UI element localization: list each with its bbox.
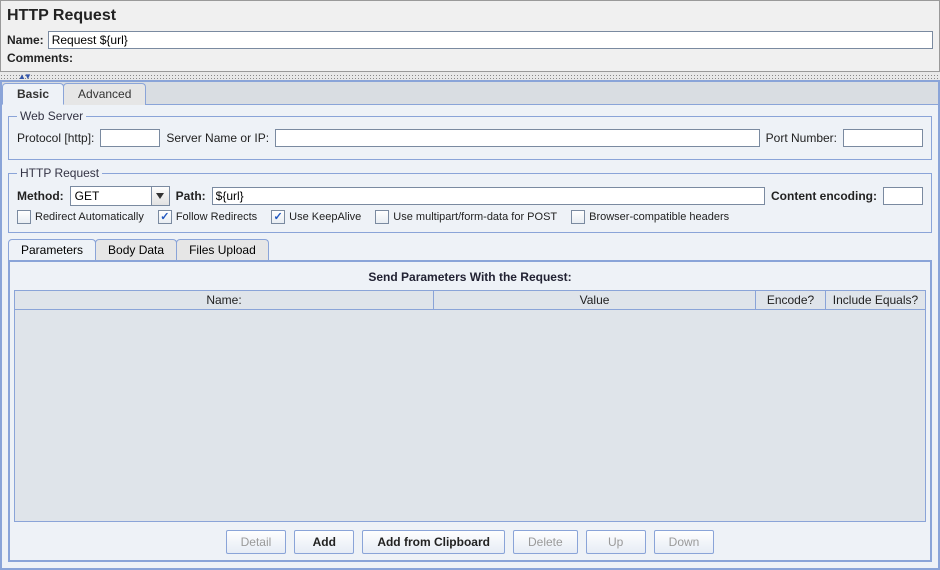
params-header-row: Name: Value Encode? Include Equals?	[15, 291, 926, 310]
server-name-label: Server Name or IP:	[166, 131, 269, 145]
redirect-auto-label: Redirect Automatically	[35, 211, 144, 223]
protocol-label: Protocol [http]:	[17, 131, 94, 145]
add-button[interactable]: Add	[294, 530, 354, 554]
tab-body-data[interactable]: Body Data	[95, 239, 177, 260]
http-request-panel: HTTP Request Name: Comments:	[0, 0, 940, 72]
name-label: Name:	[7, 33, 44, 47]
content-encoding-input[interactable]	[883, 187, 923, 205]
tab-advanced[interactable]: Advanced	[63, 83, 146, 105]
up-button[interactable]: Up	[586, 530, 646, 554]
tab-parameters[interactable]: Parameters	[8, 239, 96, 260]
web-server-legend: Web Server	[17, 109, 86, 123]
tab-files-upload[interactable]: Files Upload	[176, 239, 269, 260]
method-dropdown-button[interactable]	[151, 187, 169, 205]
follow-redirects-checkbox[interactable]: Follow Redirects	[158, 210, 257, 224]
keepalive-label: Use KeepAlive	[289, 211, 361, 223]
redirect-auto-checkbox[interactable]: Redirect Automatically	[17, 210, 144, 224]
config-panel: Basic Advanced Web Server Protocol [http…	[0, 80, 940, 570]
name-input[interactable]	[48, 31, 933, 49]
panel-title: HTTP Request	[7, 7, 933, 25]
path-label: Path:	[176, 189, 206, 203]
port-input[interactable]	[843, 129, 923, 147]
port-label: Port Number:	[766, 131, 837, 145]
http-request-legend: HTTP Request	[17, 166, 102, 180]
params-table: Name: Value Encode? Include Equals?	[14, 290, 926, 310]
params-table-body[interactable]	[14, 310, 926, 522]
keepalive-checkbox[interactable]: Use KeepAlive	[271, 210, 361, 224]
main-tab-strip: Basic Advanced	[2, 82, 938, 105]
method-value[interactable]	[71, 187, 151, 205]
path-input[interactable]	[212, 187, 765, 205]
params-panel: Send Parameters With the Request: Name: …	[8, 260, 932, 562]
col-encode[interactable]: Encode?	[756, 291, 826, 310]
server-name-input[interactable]	[275, 129, 760, 147]
tab-basic[interactable]: Basic	[2, 83, 64, 105]
browser-compatible-checkbox[interactable]: Browser-compatible headers	[571, 210, 729, 224]
name-row: Name:	[7, 31, 933, 49]
method-label: Method:	[17, 189, 64, 203]
delete-button[interactable]: Delete	[513, 530, 578, 554]
chevron-down-icon	[156, 193, 164, 199]
multipart-label: Use multipart/form-data for POST	[393, 211, 557, 223]
col-value[interactable]: Value	[434, 291, 756, 310]
down-button[interactable]: Down	[654, 530, 715, 554]
checkbox-row: Redirect Automatically Follow Redirects …	[17, 210, 923, 224]
col-include-equals[interactable]: Include Equals?	[826, 291, 926, 310]
content-encoding-label: Content encoding:	[771, 189, 877, 203]
comments-label: Comments:	[7, 51, 73, 65]
params-button-row: Detail Add Add from Clipboard Delete Up …	[14, 522, 926, 556]
browser-compatible-label: Browser-compatible headers	[589, 211, 729, 223]
col-name[interactable]: Name:	[15, 291, 434, 310]
http-request-group: HTTP Request Method: Path: Content encod…	[8, 166, 932, 233]
add-from-clipboard-button[interactable]: Add from Clipboard	[362, 530, 505, 554]
follow-redirects-label: Follow Redirects	[176, 211, 257, 223]
multipart-checkbox[interactable]: Use multipart/form-data for POST	[375, 210, 557, 224]
params-title: Send Parameters With the Request:	[14, 266, 926, 290]
inner-tab-strip: Parameters Body Data Files Upload	[8, 239, 932, 260]
comments-row: Comments:	[7, 51, 933, 65]
method-select[interactable]	[70, 186, 170, 206]
protocol-input[interactable]	[100, 129, 160, 147]
detail-button[interactable]: Detail	[226, 530, 287, 554]
web-server-group: Web Server Protocol [http]: Server Name …	[8, 109, 932, 160]
